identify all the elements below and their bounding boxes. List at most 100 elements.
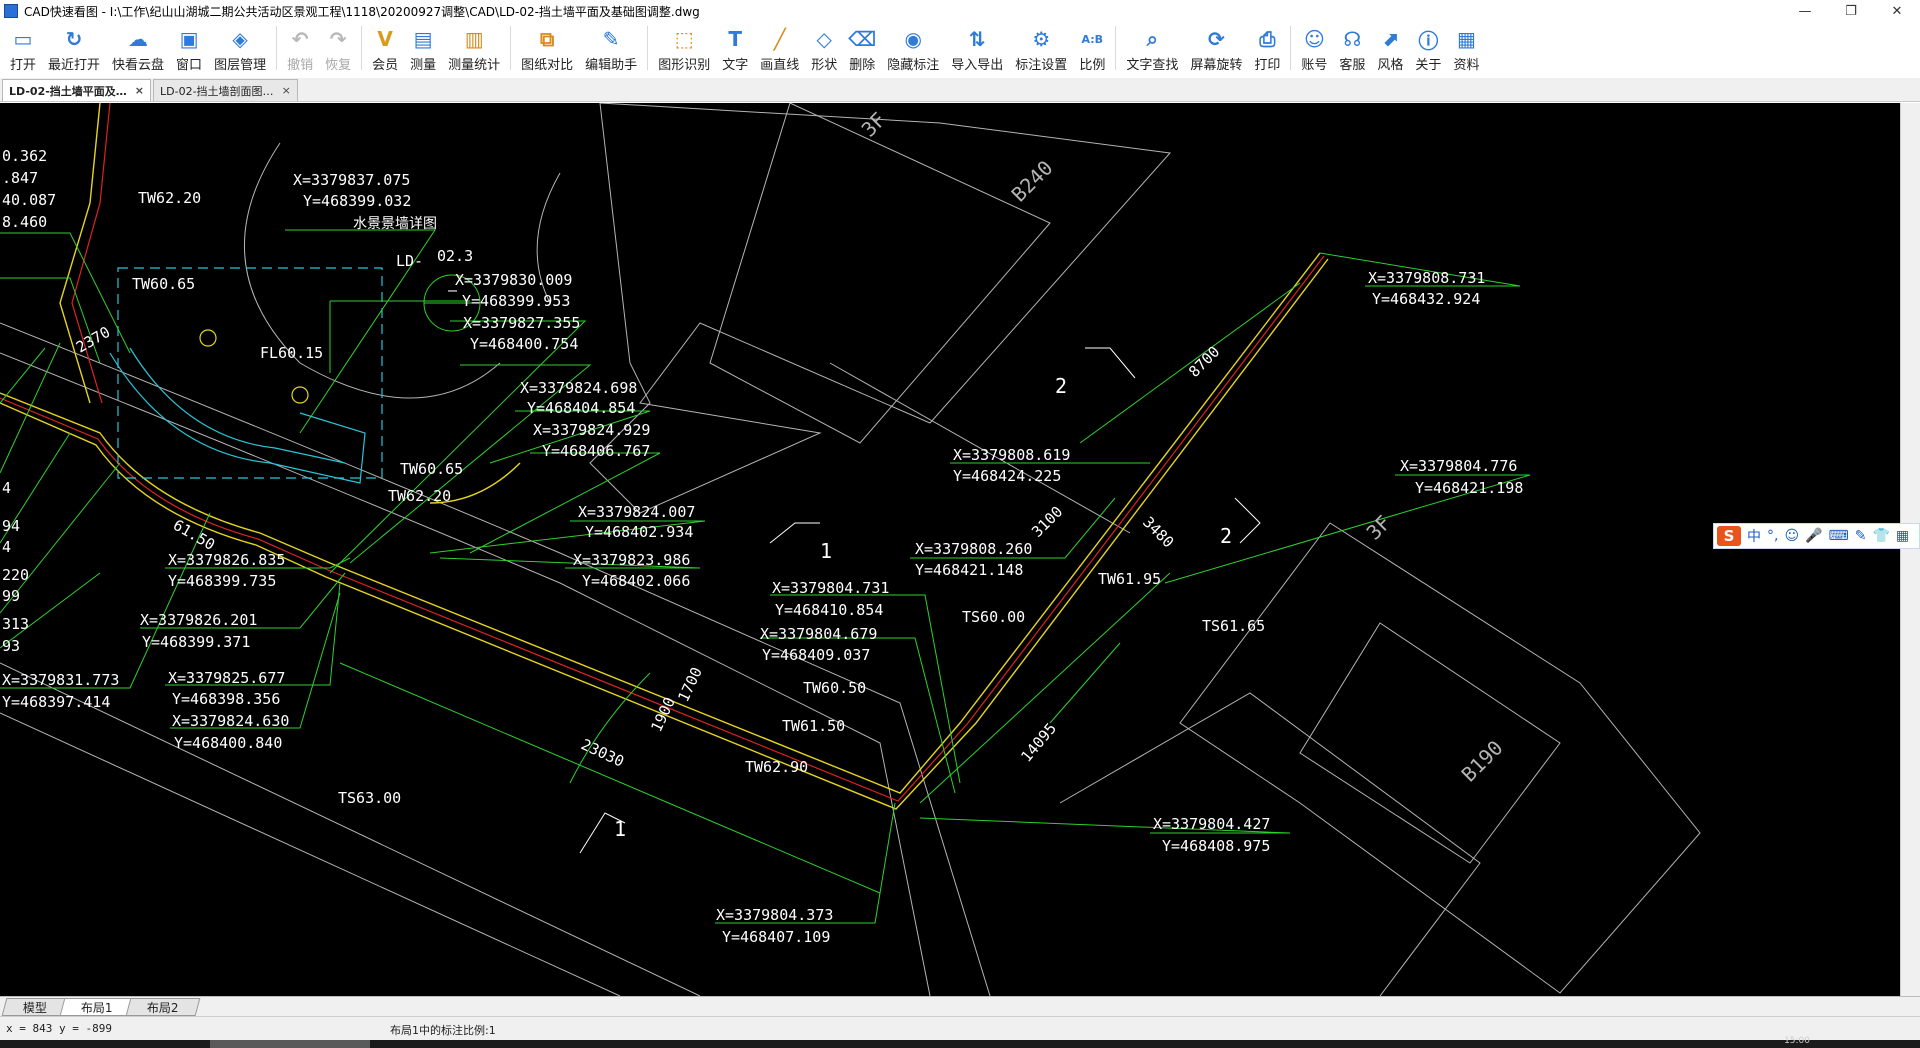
maximize-button[interactable]: ❐ (1828, 0, 1874, 22)
toolbar-button-label: 窗口 (176, 58, 203, 73)
drawing-label: Y=468410.854 (775, 601, 883, 619)
toolbar-button-text-search[interactable]: ⌕ 文字查找 (1120, 22, 1184, 74)
toolbar-button-scale[interactable]: A:B 比例 (1073, 22, 1111, 74)
toolbar-button-label: 资料 (1453, 58, 1480, 73)
cloud-icon: ☁ (128, 27, 149, 51)
drawing-label: TS61.65 (1202, 617, 1265, 635)
road-edge (0, 352, 931, 996)
close-window-button[interactable]: ✕ (1874, 0, 1920, 22)
layout-tab-layout2[interactable]: 布局2 (125, 997, 200, 1016)
ime-logo-icon[interactable]: S (1717, 526, 1741, 546)
tab-section-drawing[interactable]: LD-02-挡土墙剖面图… × (153, 79, 298, 101)
toolbar-button-printer[interactable]: ⎙ 打印 (1248, 22, 1286, 74)
drawing-label: 3480 (1139, 513, 1177, 551)
toolbar-button-folder[interactable]: ▭ 打开 (4, 22, 42, 74)
toolbar-button-redo: ↷ 恢复 (319, 22, 357, 74)
ime-emoji-icon[interactable]: ☺ (1784, 528, 1799, 544)
status-bar: x = 843 y = -899 布局1中的标注比例:1 (0, 1016, 1920, 1040)
toolbar-button-window[interactable]: ▣ 窗口 (170, 22, 208, 74)
toolbar-button-ruler[interactable]: ▤ 测量 (404, 22, 442, 74)
toolbar-separator (1115, 26, 1117, 70)
toolbar-button-label: 导入导出 (951, 58, 1004, 73)
drawing-label: 313 (2, 615, 29, 633)
vertical-scrollbar[interactable] (1900, 103, 1920, 996)
toolbar-button-measure-stats[interactable]: ▥ 测量统计 (442, 22, 506, 74)
ime-toolbar[interactable]: S 中 °, ☺ 🎤 ⌨ ✎ 👕 ▦ (1713, 523, 1920, 549)
leader-line (0, 512, 211, 689)
ime-punctuation-icon[interactable]: °, (1767, 528, 1778, 544)
toolbar-button-line[interactable]: ╱ 画直线 (754, 22, 805, 74)
toolbar-button-label: 关于 (1415, 58, 1442, 73)
ruler-icon: ▤ (413, 27, 433, 51)
toolbar-button-annotation-settings[interactable]: ⚙ 标注设置 (1009, 22, 1073, 74)
ime-skin-icon[interactable]: 👕 (1872, 528, 1889, 544)
user-icon: ☺ (1303, 27, 1325, 51)
drawing-label: LD- (396, 252, 423, 270)
leader-line (0, 347, 46, 404)
toolbar-button-style[interactable]: ⬈ 风格 (1371, 22, 1409, 74)
toolbar-button-user[interactable]: ☺ 账号 (1295, 22, 1333, 74)
drawing-label: Y=468421.198 (1415, 479, 1523, 497)
drawing-label: Y=468402.066 (582, 572, 690, 590)
dimension-line (1049, 642, 1121, 724)
ime-mode-toggle[interactable]: 中 (1747, 526, 1761, 546)
shape-recognize-icon: ⬚ (674, 27, 694, 51)
drawing-label: Y=468397.414 (2, 693, 110, 711)
pool-outline (129, 347, 346, 464)
toolbar-button-shape[interactable]: ◇ 形状 (805, 22, 843, 74)
toolbar-separator (276, 26, 278, 70)
toolbar-button-vip[interactable]: V 会员 (366, 22, 404, 74)
close-tab-icon[interactable]: × (135, 84, 144, 97)
toolbar-button-info[interactable]: ⓘ 关于 (1409, 22, 1447, 74)
toolbar-button-docs[interactable]: ▦ 资料 (1447, 22, 1485, 74)
toolbar-button-edit-assistant[interactable]: ✎ 编辑助手 (579, 22, 643, 74)
drawing-label: 94 (2, 517, 20, 535)
minimize-button[interactable]: — (1782, 0, 1828, 22)
title-bar: CAD快速看图 - I:\工作\纪山山湖城二期公共活动区景观工程\1118\20… (0, 0, 1920, 22)
ime-voice-icon[interactable]: 🎤 (1805, 528, 1822, 544)
toolbar-button-headset[interactable]: ☊ 客服 (1333, 22, 1371, 74)
drawing-label: X=3379824.698 (520, 379, 637, 397)
ime-keyboard-icon[interactable]: ⌨ (1829, 528, 1849, 544)
drawing-label: 99 (2, 587, 20, 605)
drawing-label: 40.087 (2, 191, 56, 209)
toolbar-button-shape-recognize[interactable]: ⬚ 图形识别 (652, 22, 716, 74)
tab-plan-drawing[interactable]: LD-02-挡土墙平面及… × (2, 79, 152, 101)
toolbar-button-label: 会员 (372, 58, 399, 73)
drawing-label: Y=468424.225 (953, 467, 1061, 485)
drawing-label: Y=468399.032 (303, 192, 411, 210)
drawing-canvas[interactable]: 0.362 .847 40.087 8.460 TW62.20 TW60.65 … (0, 103, 1900, 996)
drawing-label: Y=468421.148 (915, 561, 1023, 579)
ime-handwrite-icon[interactable]: ✎ (1855, 528, 1867, 544)
drawing-label: Y=468400.840 (174, 734, 282, 752)
drawing-label: X=3379826.835 (168, 551, 285, 569)
taskbar-item[interactable] (210, 1040, 370, 1048)
taskbar-clock: 15:00 (1784, 1036, 1810, 1046)
toolbar-button-layers[interactable]: ◈ 图层管理 (208, 22, 272, 74)
close-tab-icon[interactable]: × (282, 84, 291, 97)
toolbar-button-text[interactable]: T 文字 (716, 22, 754, 74)
ime-menu-icon[interactable]: ▦ (1896, 528, 1909, 544)
annotation-settings-icon: ⚙ (1032, 27, 1051, 51)
layout-tab-model[interactable]: 模型 (1, 997, 69, 1016)
toolbar-button-label: 图层管理 (214, 58, 267, 73)
compare-icon: ⧉ (540, 27, 555, 51)
drawing-label: 02.3 (437, 247, 473, 265)
toolbar-button-history[interactable]: ↻ 最近打开 (42, 22, 106, 74)
eraser-icon: ⌫ (848, 27, 877, 51)
drawing-label: TW60.50 (803, 679, 866, 697)
drawing-label: X=3379808.731 (1368, 269, 1485, 287)
drawing-label: X=3379808.619 (953, 446, 1070, 464)
section-bracket (1085, 347, 1136, 379)
toolbar-button-eye-off[interactable]: ◉ 隐藏标注 (881, 22, 945, 74)
layout-tab-layout1[interactable]: 布局1 (59, 997, 135, 1016)
toolbar-button-rotate-screen[interactable]: ⟳ 屏幕旋转 (1184, 22, 1248, 74)
toolbar-button-cloud[interactable]: ☁ 快看云盘 (106, 22, 170, 74)
toolbar-button-import-export[interactable]: ⇅ 导入导出 (945, 22, 1009, 74)
drawing-label: Y=468407.109 (722, 928, 830, 946)
toolbar-button-compare[interactable]: ⧉ 图纸对比 (515, 22, 579, 74)
toolbar-button-eraser[interactable]: ⌫ 删除 (843, 22, 881, 74)
cad-drawing[interactable]: 0.362 .847 40.087 8.460 TW62.20 TW60.65 … (0, 103, 1900, 996)
toolbar-button-label: 账号 (1301, 58, 1328, 73)
annotation-scale-status: 布局1中的标注比例:1 (390, 1024, 496, 1037)
